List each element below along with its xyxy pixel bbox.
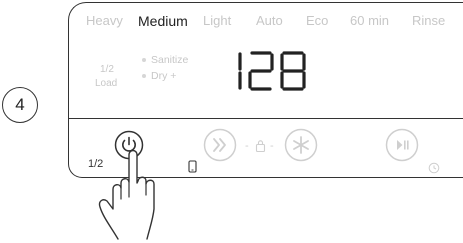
option-sanitize: Sanitize <box>142 54 188 66</box>
hand-pointer-icon <box>98 149 155 240</box>
star-button[interactable] <box>284 128 318 162</box>
star-icon <box>293 136 309 154</box>
program-auto[interactable]: Auto <box>256 13 283 28</box>
option-dry-plus-label: Dry + <box>151 70 177 82</box>
option-dry-plus: Dry + <box>142 70 176 82</box>
half-load-line2: Load <box>95 78 118 89</box>
fast-forward-button[interactable] <box>203 128 237 162</box>
program-eco[interactable]: Eco <box>306 13 328 28</box>
separator-right: - <box>270 140 274 152</box>
time-display <box>238 51 306 91</box>
step-number: 4 <box>2 87 38 123</box>
program-heavy[interactable]: Heavy <box>86 13 123 28</box>
start-pause-button[interactable] <box>385 128 419 162</box>
half-load-line1: 1/2 <box>100 64 114 75</box>
program-medium[interactable]: Medium <box>138 13 188 29</box>
program-60min[interactable]: 60 min <box>350 13 389 28</box>
clock-icon <box>428 162 440 174</box>
phone-icon <box>188 160 197 173</box>
fast-forward-icon <box>213 138 226 152</box>
program-rinse[interactable]: Rinse <box>412 13 445 28</box>
option-indicator <box>142 74 146 79</box>
panel-divider <box>68 118 463 119</box>
program-light[interactable]: Light <box>203 13 231 28</box>
option-indicator <box>142 58 146 63</box>
option-sanitize-label: Sanitize <box>151 54 189 66</box>
separator-left: - <box>245 140 249 152</box>
play-pause-icon <box>397 140 409 150</box>
lock-icon <box>255 140 266 153</box>
